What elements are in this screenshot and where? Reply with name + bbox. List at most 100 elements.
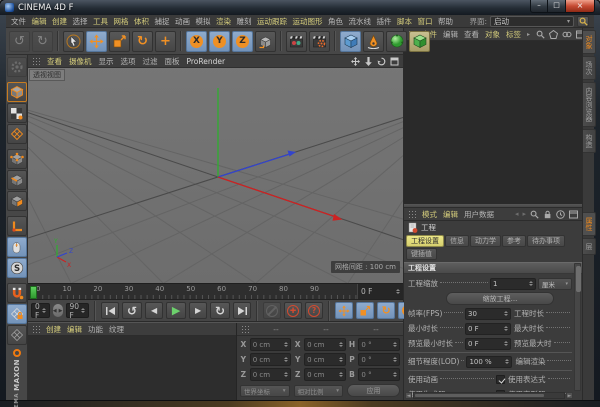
menu-pipeline[interactable]: 流水线: [349, 16, 372, 27]
record-rotation-toggle[interactable]: ↻: [377, 302, 395, 319]
tab-project-settings[interactable]: 工程设置: [406, 235, 444, 247]
tab-todo[interactable]: 待办事项: [527, 235, 565, 247]
spinner[interactable]: [339, 372, 343, 377]
start-frame-field[interactable]: 0 F: [31, 303, 50, 318]
playhead[interactable]: [30, 286, 37, 299]
menu-window[interactable]: 窗口: [418, 16, 433, 27]
scroll-left-arrow[interactable]: ◄: [405, 392, 412, 399]
mat-menu-function[interactable]: 功能: [88, 324, 103, 335]
enable-snap-button[interactable]: [7, 283, 27, 303]
om-menu-tags[interactable]: 标签: [506, 29, 521, 40]
rotation-h-field[interactable]: 0 °: [358, 338, 400, 351]
play-sound-button[interactable]: [263, 302, 281, 319]
pan-view-icon[interactable]: [351, 57, 360, 66]
om-menu-view[interactable]: 查看: [464, 29, 479, 40]
goto-end-button[interactable]: [233, 302, 251, 319]
vp-menu-view[interactable]: 查看: [47, 56, 62, 67]
vp-menu-prorender[interactable]: ProRender: [187, 57, 226, 66]
preview-min-time-field[interactable]: 0 F: [465, 338, 511, 350]
title-bar[interactable]: CINEMA 4D F – □ ×: [0, 0, 600, 15]
live-selection-button[interactable]: [63, 31, 84, 52]
mat-menu-edit[interactable]: 编辑: [67, 324, 82, 335]
scrollbar-thumb[interactable]: [415, 394, 544, 397]
scrollbar-thumb[interactable]: [576, 266, 581, 292]
lock-y-axis-button[interactable]: Y: [209, 31, 230, 52]
viewport-menu-icon[interactable]: [32, 57, 40, 65]
home-icon[interactable]: [549, 30, 558, 39]
section-header[interactable]: 工程设置: [404, 262, 582, 274]
tab-structure[interactable]: 构造: [583, 129, 596, 153]
autokey-button[interactable]: ?: [305, 302, 323, 319]
spinner[interactable]: [393, 342, 397, 347]
menu-mesh[interactable]: 网格: [114, 16, 129, 27]
menu-snap[interactable]: 捕捉: [155, 16, 170, 27]
rotate-tool-button[interactable]: ↻: [132, 31, 153, 52]
apply-button[interactable]: 应用: [347, 384, 400, 397]
position-x-field[interactable]: 0 cm: [250, 338, 292, 351]
position-y-field[interactable]: 0 cm: [250, 353, 292, 366]
spinner[interactable]: [284, 342, 288, 347]
vp-menu-display[interactable]: 显示: [99, 56, 114, 67]
view-label[interactable]: 透视视图: [29, 69, 65, 81]
next-frame-button[interactable]: ▶: [189, 302, 207, 319]
end-frame-field[interactable]: 90 F: [66, 303, 90, 318]
mat-menu-texture[interactable]: 纹理: [109, 324, 124, 335]
rotation-b-field[interactable]: 0 °: [358, 368, 400, 381]
toggle-view-icon[interactable]: [390, 57, 399, 66]
tab-content-browser[interactable]: 内容浏览器: [583, 82, 596, 127]
current-frame-field[interactable]: 0 F: [357, 284, 403, 299]
spinner[interactable]: [504, 326, 508, 331]
horizontal-scrollbar[interactable]: ◄ ►: [405, 392, 573, 399]
enable-axis-button[interactable]: [7, 216, 27, 236]
am-menu-icon[interactable]: [408, 210, 416, 218]
minimize-button[interactable]: –: [530, 0, 548, 13]
tab-layers[interactable]: 层: [583, 238, 596, 255]
workplane-mode-button[interactable]: [7, 124, 27, 144]
close-button[interactable]: ×: [565, 0, 595, 13]
prev-frame-button[interactable]: ◀: [145, 302, 163, 319]
subdivision-surface-button[interactable]: [386, 31, 407, 52]
scale-z-field[interactable]: 0 cm: [304, 368, 346, 381]
menu-simulate[interactable]: 模拟: [196, 16, 211, 27]
lock-icon[interactable]: [543, 210, 552, 219]
tab-takes[interactable]: 场次: [583, 56, 596, 80]
lod-field[interactable]: 100 %: [466, 356, 512, 368]
am-menu-edit[interactable]: 编辑: [443, 209, 458, 220]
menu-sculpt[interactable]: 雕刻: [237, 16, 252, 27]
perspective-viewport[interactable]: Y X Z 查看 摄像机 显示: [28, 55, 403, 283]
tab-dynamics[interactable]: 动力学: [470, 235, 501, 247]
spinner[interactable]: [396, 289, 400, 294]
fps-field[interactable]: 30: [465, 308, 511, 320]
menu-animate[interactable]: 动画: [175, 16, 190, 27]
tab-attributes[interactable]: 属性: [583, 212, 596, 236]
menu-file[interactable]: 文件: [11, 16, 26, 27]
scale-mode-dropdown[interactable]: 相对比例▾: [294, 385, 344, 397]
coordinates-menu-icon[interactable]: [241, 325, 249, 333]
menu-render[interactable]: 渲染: [216, 16, 231, 27]
workplane-button[interactable]: [7, 325, 27, 345]
menu-plugins[interactable]: 插件: [377, 16, 392, 27]
spinner[interactable]: [393, 372, 397, 377]
project-scale-field[interactable]: 1: [490, 278, 536, 290]
history-back-icon[interactable]: ◂: [515, 210, 519, 218]
menu-create[interactable]: 创建: [52, 16, 67, 27]
menu-motion-tracker[interactable]: 运动跟踪: [257, 16, 287, 27]
menu-character[interactable]: 角色: [328, 16, 343, 27]
vp-menu-options[interactable]: 选项: [121, 56, 136, 67]
timeline-ruler[interactable]: 0 10 20 30 40 50 60 70 80 90: [28, 283, 403, 300]
spinner[interactable]: [81, 308, 85, 313]
menu-mograph[interactable]: 运动图形: [293, 16, 323, 27]
lock-z-axis-button[interactable]: Z: [232, 31, 253, 52]
tab-info[interactable]: 信息: [445, 235, 469, 247]
history-clock-icon[interactable]: [556, 210, 565, 219]
spinner[interactable]: [504, 311, 508, 316]
record-scale-toggle[interactable]: [356, 302, 374, 319]
spline-pen-button[interactable]: [363, 31, 384, 52]
add-primitive-cube-button[interactable]: [340, 31, 361, 52]
loop-button[interactable]: ↻: [210, 302, 230, 319]
record-position-toggle[interactable]: [335, 302, 353, 319]
points-mode-button[interactable]: [7, 149, 27, 169]
link-icon[interactable]: [562, 30, 572, 39]
render-settings-button[interactable]: [309, 31, 330, 52]
vp-menu-panel[interactable]: 面板: [165, 56, 180, 67]
